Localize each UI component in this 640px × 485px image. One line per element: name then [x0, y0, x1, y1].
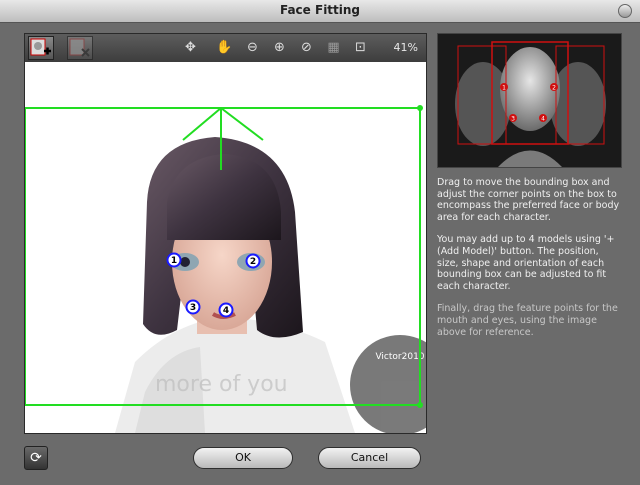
- corner-handle[interactable]: [417, 105, 423, 111]
- ok-button[interactable]: OK: [193, 447, 293, 469]
- reset-icon[interactable]: ⊘: [298, 39, 315, 56]
- feature-point-label: 2: [250, 257, 256, 267]
- feature-point-label: 3: [190, 303, 196, 313]
- cancel-button[interactable]: Cancel: [318, 447, 421, 469]
- instructions-paragraph: Drag to move the bounding box and adjust…: [437, 177, 620, 223]
- corner-handle[interactable]: [417, 402, 423, 408]
- svg-text:Victor2010: Victor2010: [375, 352, 424, 362]
- refresh-icon: ⟳: [30, 450, 42, 466]
- reference-point-label: 3: [511, 116, 515, 123]
- photo-canvas[interactable]: Victor2010 more of you 1 2 3 4: [25, 62, 426, 433]
- fit-box-icon[interactable]: ⊡: [352, 39, 369, 56]
- fit-view-icon[interactable]: ▦: [325, 39, 342, 56]
- add-model-button[interactable]: [28, 36, 54, 60]
- title-bar: Face Fitting: [0, 0, 640, 23]
- instructions-paragraph: You may add up to 4 models using '+ (Add…: [437, 234, 615, 292]
- reference-preview: 1 2 3 4: [437, 33, 622, 168]
- feature-point-label: 4: [223, 306, 229, 316]
- zoom-level: 41%: [393, 41, 418, 54]
- pan-hand-icon[interactable]: ✋: [216, 39, 233, 56]
- close-button[interactable]: [618, 4, 632, 18]
- add-model-icon: [30, 38, 51, 56]
- instructions-paragraph: Finally, drag the feature points for the…: [437, 303, 618, 338]
- feature-point-1[interactable]: 1: [166, 252, 182, 268]
- zoom-in-icon[interactable]: ⊕: [271, 39, 288, 56]
- zoom-out-icon[interactable]: ⊖: [244, 39, 261, 56]
- instructions-text: Drag to move the bounding box and adjust…: [437, 177, 622, 349]
- image-viewer[interactable]: ✥ ✋ ⊖ ⊕ ⊘ ▦ ⊡ 41% Victor2010 more of you…: [24, 33, 427, 434]
- dialog-body: ✥ ✋ ⊖ ⊕ ⊘ ▦ ⊡ 41% Victor2010 more of you…: [0, 23, 640, 485]
- select-move-icon[interactable]: ✥: [182, 39, 199, 56]
- refresh-button[interactable]: ⟳: [24, 446, 48, 470]
- window-title: Face Fitting: [279, 3, 361, 17]
- feature-point-label: 1: [171, 256, 177, 266]
- reference-image: 1 2 3 4: [438, 34, 621, 167]
- svg-text:more of you: more of you: [155, 372, 288, 397]
- feature-point-3[interactable]: 3: [185, 299, 201, 315]
- reference-point-label: 4: [541, 116, 545, 123]
- viewer-toolbar: ✥ ✋ ⊖ ⊕ ⊘ ▦ ⊡ 41%: [25, 34, 426, 62]
- feature-point-2[interactable]: 2: [245, 253, 261, 269]
- reference-point-label: 1: [502, 85, 506, 92]
- remove-model-icon: [69, 38, 90, 57]
- reference-point-label: 2: [552, 85, 556, 92]
- feature-point-4[interactable]: 4: [218, 302, 234, 318]
- remove-model-button[interactable]: [67, 36, 93, 60]
